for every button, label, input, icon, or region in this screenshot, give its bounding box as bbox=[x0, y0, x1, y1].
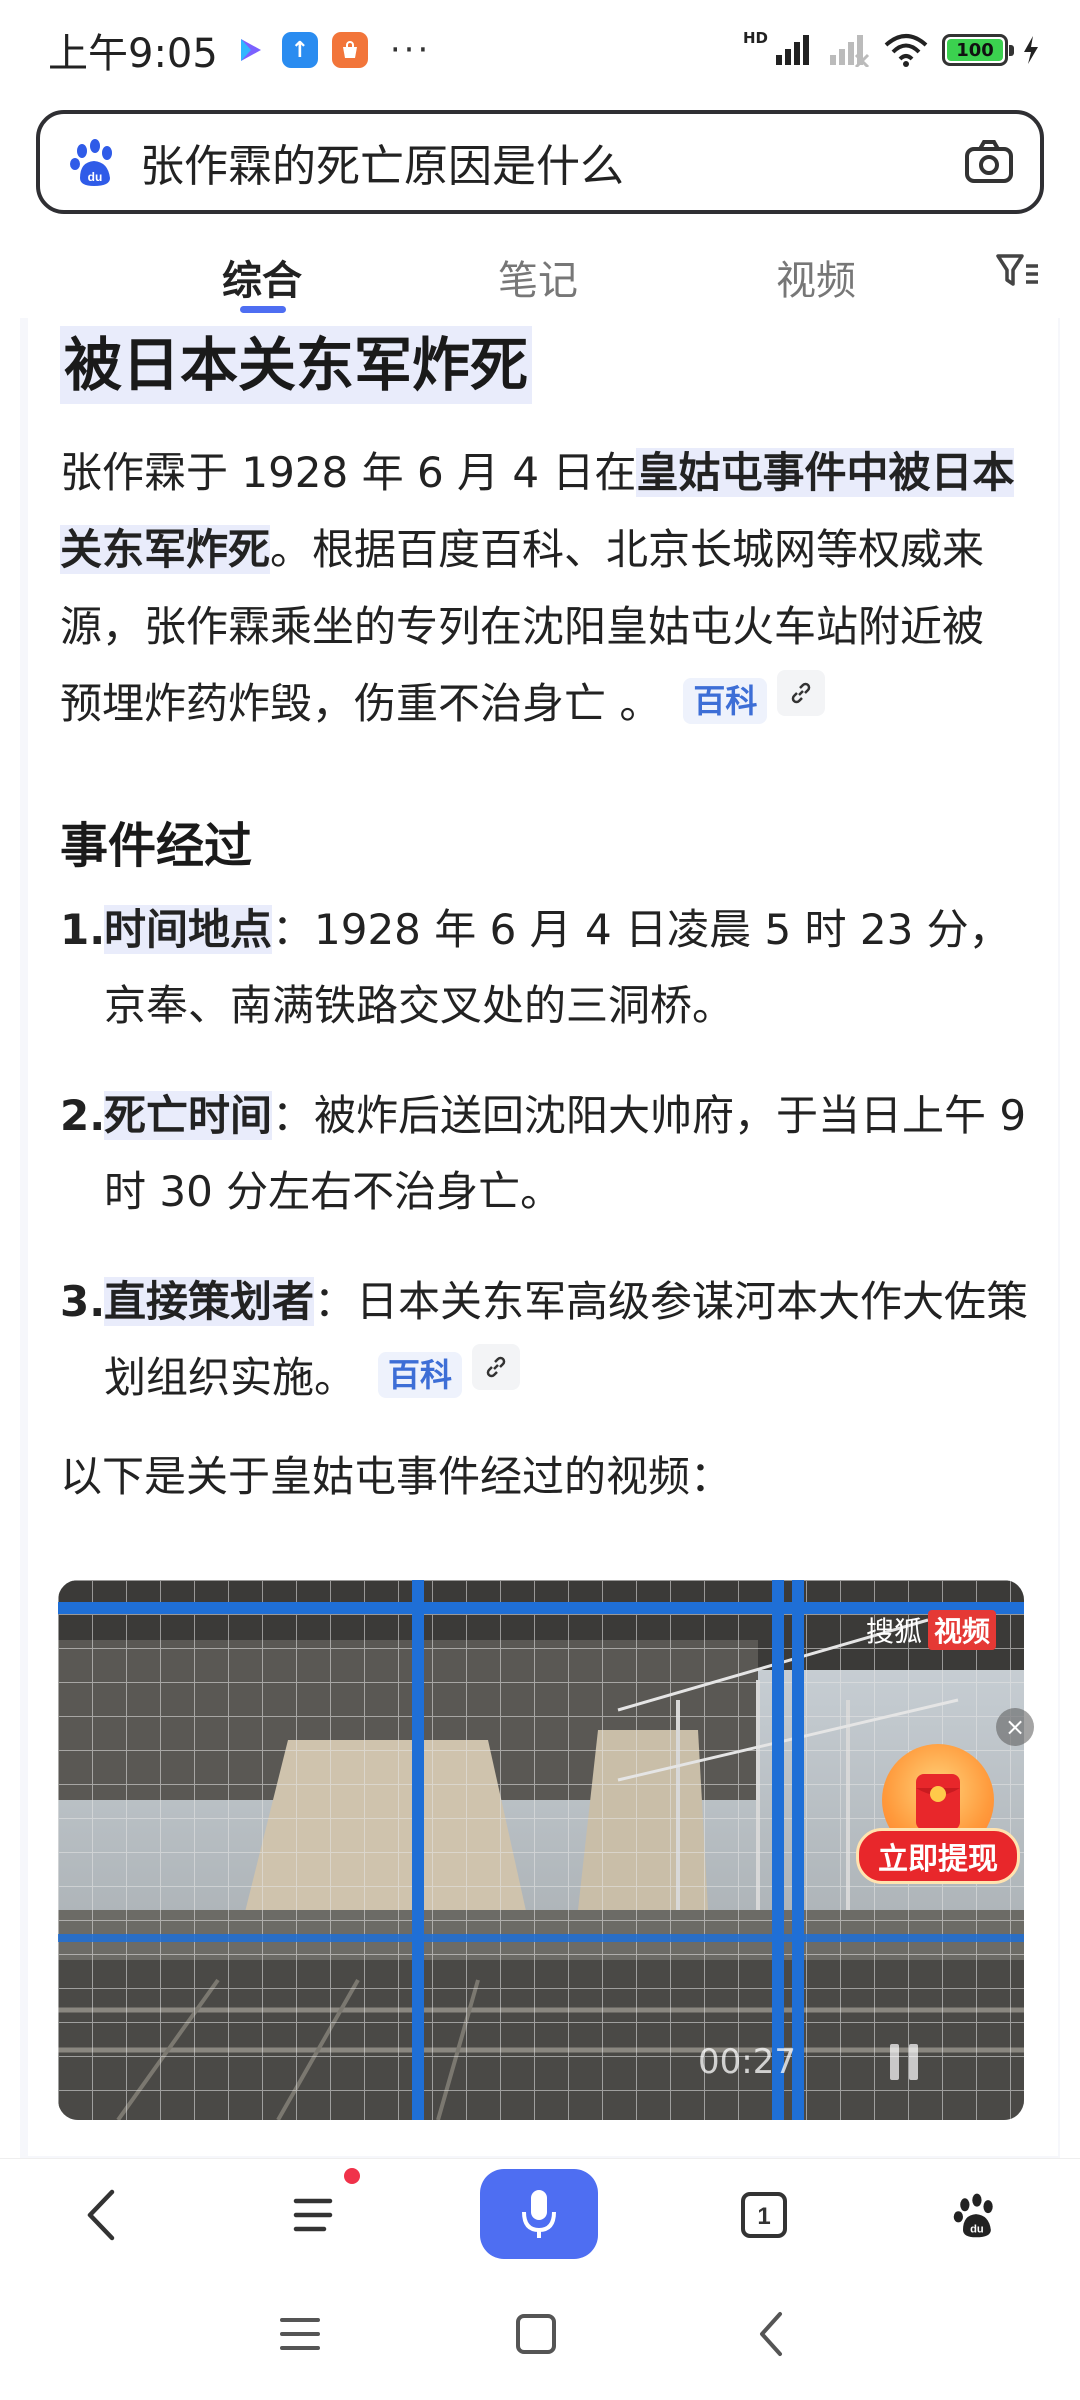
result-tabs: 综合 笔记 视频 bbox=[0, 230, 1080, 320]
tab-count: 1 bbox=[757, 2203, 770, 2230]
list-label: 死亡时间 bbox=[104, 1091, 273, 1140]
tab-count-icon: 1 bbox=[741, 2192, 787, 2238]
list-number: 2. bbox=[60, 1091, 106, 1140]
battery-level: 100 bbox=[947, 39, 1003, 61]
system-back-icon[interactable] bbox=[756, 2310, 786, 2358]
camera-icon[interactable] bbox=[962, 135, 1016, 189]
bottom-toolbar: 1 du bbox=[0, 2158, 1080, 2270]
system-nav-bar bbox=[0, 2280, 1080, 2400]
signal-icon bbox=[776, 35, 809, 65]
voice-search-button[interactable] bbox=[480, 2169, 598, 2259]
filter-icon[interactable] bbox=[996, 252, 1040, 292]
list-item: 3. 直接策划者：日本关东军高级参谋河本大作大佐策划组织实施。 百科 bbox=[60, 1264, 1050, 1416]
baidu-paw-icon: du bbox=[70, 139, 112, 186]
menu-icon bbox=[293, 2198, 333, 2232]
list-number: 1. bbox=[60, 905, 106, 954]
section-title-events: 事件经过 bbox=[60, 818, 253, 874]
recent-apps-icon[interactable] bbox=[278, 2314, 322, 2354]
video-app-icon bbox=[232, 32, 268, 68]
link-icon bbox=[486, 1356, 506, 1378]
status-time: 上午9:05 bbox=[48, 31, 218, 77]
video-intro-text: 以下是关于皇姑屯事件经过的视频： bbox=[60, 1452, 733, 1501]
shopping-app-icon bbox=[331, 32, 368, 68]
watermark-text: 搜狐 bbox=[865, 1615, 922, 1648]
status-indicators: HD 100 bbox=[743, 29, 1040, 67]
baidu-home-button[interactable]: du bbox=[940, 2179, 1012, 2251]
list-label: 时间地点 bbox=[104, 905, 273, 954]
list-item: 1. 时间地点：1928 年 6 月 4 日凌晨 5 时 23 分，京奉、南满铁… bbox=[60, 892, 1050, 1044]
status-app-icons: ↑ ··· bbox=[232, 30, 431, 70]
wifi-icon bbox=[884, 34, 928, 67]
answer-intro: 张作霖于 1928 年 6 月 4 日在皇姑屯事件中被日本关东军炸死。根据百度百… bbox=[60, 434, 1020, 742]
video-watermark: 搜狐 视频 bbox=[866, 1610, 996, 1650]
list-number: 3. bbox=[60, 1277, 106, 1326]
charging-icon bbox=[1024, 36, 1038, 64]
baike-citation[interactable]: 百科 bbox=[378, 1352, 463, 1398]
watermark-badge: 视频 bbox=[927, 1610, 996, 1650]
source-link-button[interactable] bbox=[472, 1344, 521, 1390]
upload-app-icon: ↑ bbox=[281, 32, 318, 68]
active-tab-indicator bbox=[240, 306, 286, 313]
hd-label: HD bbox=[742, 29, 768, 47]
list-item: 2. 死亡时间：被炸后送回沈阳大帅府，于当日上午 9 时 30 分左右不治身亡。 bbox=[60, 1078, 1050, 1230]
promo-close-button[interactable]: × bbox=[996, 1708, 1034, 1746]
search-bar[interactable]: du 张作霖的死亡原因是什么 bbox=[36, 110, 1044, 214]
baike-citation[interactable]: 百科 bbox=[683, 678, 768, 724]
signal-2-icon bbox=[830, 35, 870, 67]
intro-prefix: 张作霖于 1928 年 6 月 4 日在 bbox=[60, 448, 637, 497]
baidu-paw-icon: du bbox=[953, 2193, 993, 2238]
back-button[interactable] bbox=[66, 2179, 138, 2251]
tabs-button[interactable]: 1 bbox=[728, 2179, 800, 2251]
microphone-icon bbox=[522, 2190, 556, 2238]
svg-text:du: du bbox=[970, 2224, 984, 2236]
pause-icon[interactable] bbox=[886, 2040, 922, 2084]
source-link-button[interactable] bbox=[777, 670, 826, 716]
svg-text:du: du bbox=[88, 170, 103, 184]
search-input[interactable]: 张作霖的死亡原因是什么 bbox=[140, 130, 962, 194]
more-notifications-icon: ··· bbox=[389, 30, 432, 70]
answer-title: 被日本关东军炸死 bbox=[60, 326, 533, 404]
tab-all[interactable]: 综合 bbox=[222, 248, 302, 306]
menu-button[interactable] bbox=[278, 2179, 350, 2251]
video-timestamp: 00:27 bbox=[698, 2042, 796, 2082]
notification-dot bbox=[344, 2168, 360, 2184]
battery-icon: 100 bbox=[942, 34, 1014, 66]
status-bar: 上午9:05 ↑ ··· HD 100 bbox=[0, 0, 1080, 100]
home-icon[interactable] bbox=[514, 2312, 558, 2356]
tab-notes[interactable]: 笔记 bbox=[498, 248, 578, 306]
list-label: 直接策划者 bbox=[104, 1277, 315, 1326]
link-icon bbox=[792, 682, 811, 704]
back-arrow-icon bbox=[87, 2189, 115, 2241]
tab-video[interactable]: 视频 bbox=[776, 248, 856, 306]
withdraw-now-button[interactable]: 立即提现 bbox=[856, 1828, 1020, 1884]
